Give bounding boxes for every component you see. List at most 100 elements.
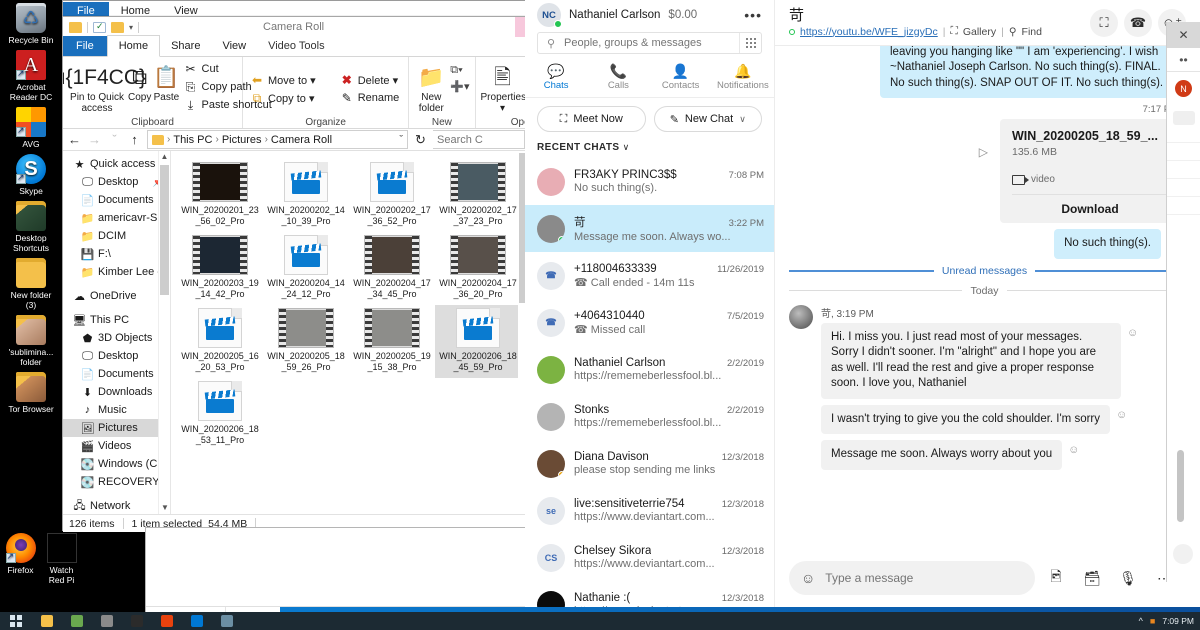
file-item[interactable]: WIN_20200206_18_53_11_Pro [177,378,263,451]
nav-item-documents[interactable]: 📄 Documents [63,365,170,383]
breadcrumb-camera-roll[interactable]: Camera Roll [271,134,332,146]
nav-item-videos[interactable]: 🎬 Videos [63,437,170,455]
desktop-icon[interactable]: AcrobatReader DC [0,47,62,104]
nav-item-network[interactable]: 🖧 Network [63,497,170,514]
avatar[interactable] [537,167,565,196]
desktop-icon[interactable]: 'sublimina... folder [0,312,62,369]
back-button[interactable]: ← [67,132,82,147]
add-reaction-icon[interactable]: ☺ [1116,405,1127,421]
nav-item-desktop[interactable]: 🖵Desktop📌 [63,173,170,191]
ribbon-tab-file[interactable]: File [63,36,107,56]
desktop-icon[interactable]: Desktop Shortcuts [0,198,62,255]
message-bubble[interactable]: While I am aware of 'differences;) James… [880,46,1180,98]
emoji-icon[interactable]: ☺ [801,570,815,586]
conversation-mood-link[interactable]: https://youtu.be/WFE_jizgyDc [800,26,938,38]
ribbon-tab-video-tools[interactable]: Video Tools [257,36,335,56]
up-button[interactable]: ↑ [127,132,142,147]
message-list[interactable]: While I am aware of 'differences;) James… [775,46,1200,550]
edge-scrollbar[interactable] [1177,450,1184,522]
skype-window[interactable]: NC Nathaniel Carlson $0.00 ••• ⚲ 💬Chats📞… [525,0,1200,614]
desktop-icon[interactable]: Tor Browser [0,369,62,416]
chat-list-item[interactable]: ☎ +118004633339 11/26/2019 ☎ Call ended - 1… [525,252,774,299]
desktop-icon[interactable]: Watch Red Pi [41,530,82,587]
properties-button[interactable]: 🖹 Properties ▾ [481,60,527,115]
send-image-icon[interactable]: 🖻 [1041,563,1071,593]
ribbon-tab-share[interactable]: Share [160,36,211,56]
avatar[interactable]: se [537,496,565,525]
file-item[interactable]: WIN_20200204_17_36_20_Pro [435,232,521,305]
chat-list-item[interactable]: 苛 3:22 PM Message me soon. Always wo... [525,205,774,252]
tray-chevron-icon[interactable]: ^ [1139,616,1143,626]
more-options-icon[interactable]: •• [1167,48,1200,72]
account-more-icon[interactable]: ••• [744,7,762,23]
ribbon-tab-home[interactable]: Home [106,35,161,57]
qat-new-folder-icon[interactable] [111,21,124,33]
search-input[interactable] [564,37,739,49]
desktop-icon[interactable]: Skype [0,151,62,198]
qat-properties-icon[interactable] [93,21,106,33]
background-browser-window[interactable]: ✕ •• N [1166,22,1200,582]
file-item[interactable]: WIN_20200202_14_10_39_Pro [263,159,349,232]
message-bubble[interactable]: Hi. I miss you. I just read most of your… [821,322,1121,399]
nav-item-3d-objects[interactable]: ⬟ 3D Objects [63,329,170,347]
file-item[interactable]: WIN_20200205_19_15_38_Pro [349,305,435,378]
chevron-down-icon[interactable]: ∨ [623,142,630,152]
start-button[interactable] [0,612,32,630]
easy-access-button[interactable]: ➕▾ [450,80,469,93]
taskbar-item[interactable] [62,612,92,630]
skype-account-row[interactable]: NC Nathaniel Carlson $0.00 ••• [525,0,774,30]
avatar[interactable]: ☎ [537,261,565,290]
nav-scrollbar[interactable]: ▲ ▼ [158,151,170,514]
nav-item-kimber-lee-vr[interactable]: 📁Kimber Lee - VR [63,263,170,281]
chat-list-item[interactable]: ☎ +4064310440 7/5/2019 ☎ Missed call [525,299,774,346]
clock[interactable]: 7:09 PM [1162,616,1194,626]
desktop-icon[interactable]: Recycle Bin [0,0,62,47]
breadcrumb-pictures[interactable]: Pictures [222,134,262,146]
recent-chats-header[interactable]: RECENT CHATS ∨ [525,138,774,158]
dialpad-icon[interactable] [739,33,761,53]
message-input-wrapper[interactable]: ☺ [789,561,1035,595]
nav-item-documents[interactable]: 📄Documents📌 [63,191,170,209]
add-reaction-icon[interactable]: ☺ [1127,323,1138,339]
skype-tab-chats[interactable]: 💬 Chats [525,58,587,97]
nav-scroll-thumb[interactable] [160,165,169,295]
skype-tab-calls[interactable]: 📞 Calls [587,58,649,97]
system-tray[interactable]: ^ ■ 7:09 PM [1139,616,1200,626]
refresh-button[interactable]: ↻ [413,132,428,148]
tray-app-icon[interactable]: ■ [1150,616,1155,626]
nav-item-quick-access[interactable]: ★ Quick access [63,155,170,173]
nav-item-this-pc[interactable]: 🖥 This PC [63,311,170,329]
taskbar-item[interactable] [32,612,62,630]
nav-scroll-down-icon[interactable]: ▼ [159,502,170,514]
nav-item-recovery-d[interactable]: 💽RECOVERY (D:) [63,473,170,491]
avatar[interactable] [789,304,813,329]
microphone-icon[interactable]: 🎙 [1113,563,1143,593]
skype-search-bar[interactable]: ⚲ [537,32,762,54]
close-icon[interactable]: ✕ [1167,22,1200,48]
copy-to-button[interactable]: ⧉ Copy to ▾ [248,89,320,107]
taskbar[interactable]: ^ ■ 7:09 PM [0,612,1200,630]
chat-list-item[interactable]: Stonks 2/2/2019 https://rememeberlessfool.… [525,393,774,440]
add-reaction-icon[interactable]: ☺ [1068,440,1079,456]
video-call-icon[interactable]: ⛶ [1090,8,1118,37]
gallery-label[interactable]: Gallery [963,26,996,38]
message-bubble[interactable]: No such thing(s). [1054,229,1161,259]
file-item[interactable]: WIN_20200202_17_37_23_Pro [435,159,521,232]
file-list-pane[interactable]: WIN_20200201_23_56_02_Pro WIN_20200202_14… [171,151,529,514]
file-item[interactable]: WIN_20200202_17_36_52_Pro [349,159,435,232]
chat-list-item[interactable]: FR3AKY PRINC3$$ 7:08 PM No such thing(s). [525,158,774,205]
avatar[interactable] [537,214,565,243]
nav-item-downloads[interactable]: ⬇ Downloads [63,383,170,401]
taskbar-item[interactable] [92,612,122,630]
new-chat-button[interactable]: ✎ New Chat ∨ [653,106,762,132]
nav-item-desktop[interactable]: 🖵 Desktop [63,347,170,365]
skype-tab-notifications[interactable]: 🔔 Notifications [712,58,774,97]
breadcrumb-dropdown-icon[interactable]: ˇ [399,134,403,146]
nav-item-music[interactable]: ♪ Music [63,401,170,419]
nav-item-americavr-sheric[interactable]: 📁americavr-Sheric [63,209,170,227]
nav-item-windows-c[interactable]: 💽 Windows (C:) [63,455,170,473]
rename-button[interactable]: ✎ Rename [338,89,404,107]
toolbar-pill[interactable] [1172,111,1195,125]
avatar[interactable] [537,355,565,384]
file-item[interactable]: WIN_20200205_18_59_26_Pro [263,305,349,378]
